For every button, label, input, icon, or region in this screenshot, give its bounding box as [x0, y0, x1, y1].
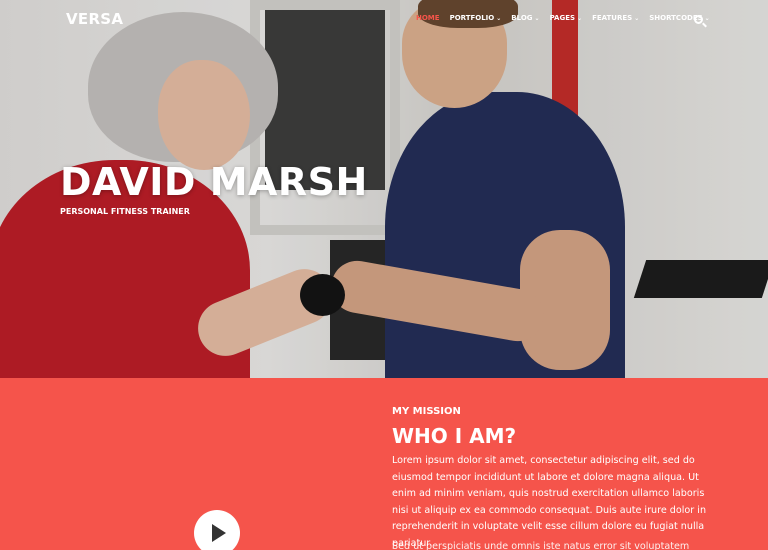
- nav-item-label: FEATURES: [592, 14, 633, 22]
- hero-subtitle: PERSONAL FITNESS TRAINER: [60, 207, 190, 216]
- top-navigation: VERSA HOME PORTFOLIO ⌄ BLOG ⌄ PAGES ⌄ FEATU…: [0, 0, 768, 40]
- hero-banner: DAVID MARSH PERSONAL FITNESS TRAINER: [0, 0, 768, 378]
- chevron-down-icon: ⌄: [577, 14, 583, 22]
- site-logo[interactable]: VERSA: [66, 10, 123, 28]
- nav-item-label: BLOG: [511, 14, 533, 22]
- play-icon[interactable]: [194, 510, 240, 550]
- mission-label: MY MISSION: [392, 406, 461, 417]
- chevron-down-icon: ⌄: [634, 14, 640, 22]
- nav-item-label: PORTFOLIO: [449, 14, 495, 22]
- nav-item-portfolio[interactable]: PORTFOLIO ⌄: [450, 14, 502, 22]
- mission-heading: WHO I AM?: [392, 424, 517, 448]
- mission-paragraph-continued: Sed ut perspiciatis unde omnis iste natu…: [392, 541, 690, 550]
- chevron-down-icon: ⌄: [534, 14, 540, 22]
- chevron-down-icon: ⌄: [496, 14, 502, 22]
- nav-item-label: HOME: [416, 14, 440, 22]
- main-menu: HOME PORTFOLIO ⌄ BLOG ⌄ PAGES ⌄ FEATURES ⌄ S…: [416, 14, 720, 22]
- mission-paragraph: Lorem ipsum dolor sit amet, consectetur …: [392, 455, 707, 549]
- mission-section: MY MISSION WHO I AM? Lorem ipsum dolor s…: [0, 378, 768, 550]
- hero-title: DAVID MARSH: [60, 160, 368, 204]
- nav-item-blog[interactable]: BLOG ⌄: [511, 14, 539, 22]
- search-icon[interactable]: [694, 15, 703, 24]
- nav-item-label: PAGES: [549, 14, 576, 22]
- nav-item-home[interactable]: HOME: [416, 14, 440, 22]
- chevron-down-icon: ⌄: [704, 14, 710, 22]
- nav-item-pages[interactable]: PAGES ⌄: [550, 14, 583, 22]
- nav-item-features[interactable]: FEATURES ⌄: [592, 14, 639, 22]
